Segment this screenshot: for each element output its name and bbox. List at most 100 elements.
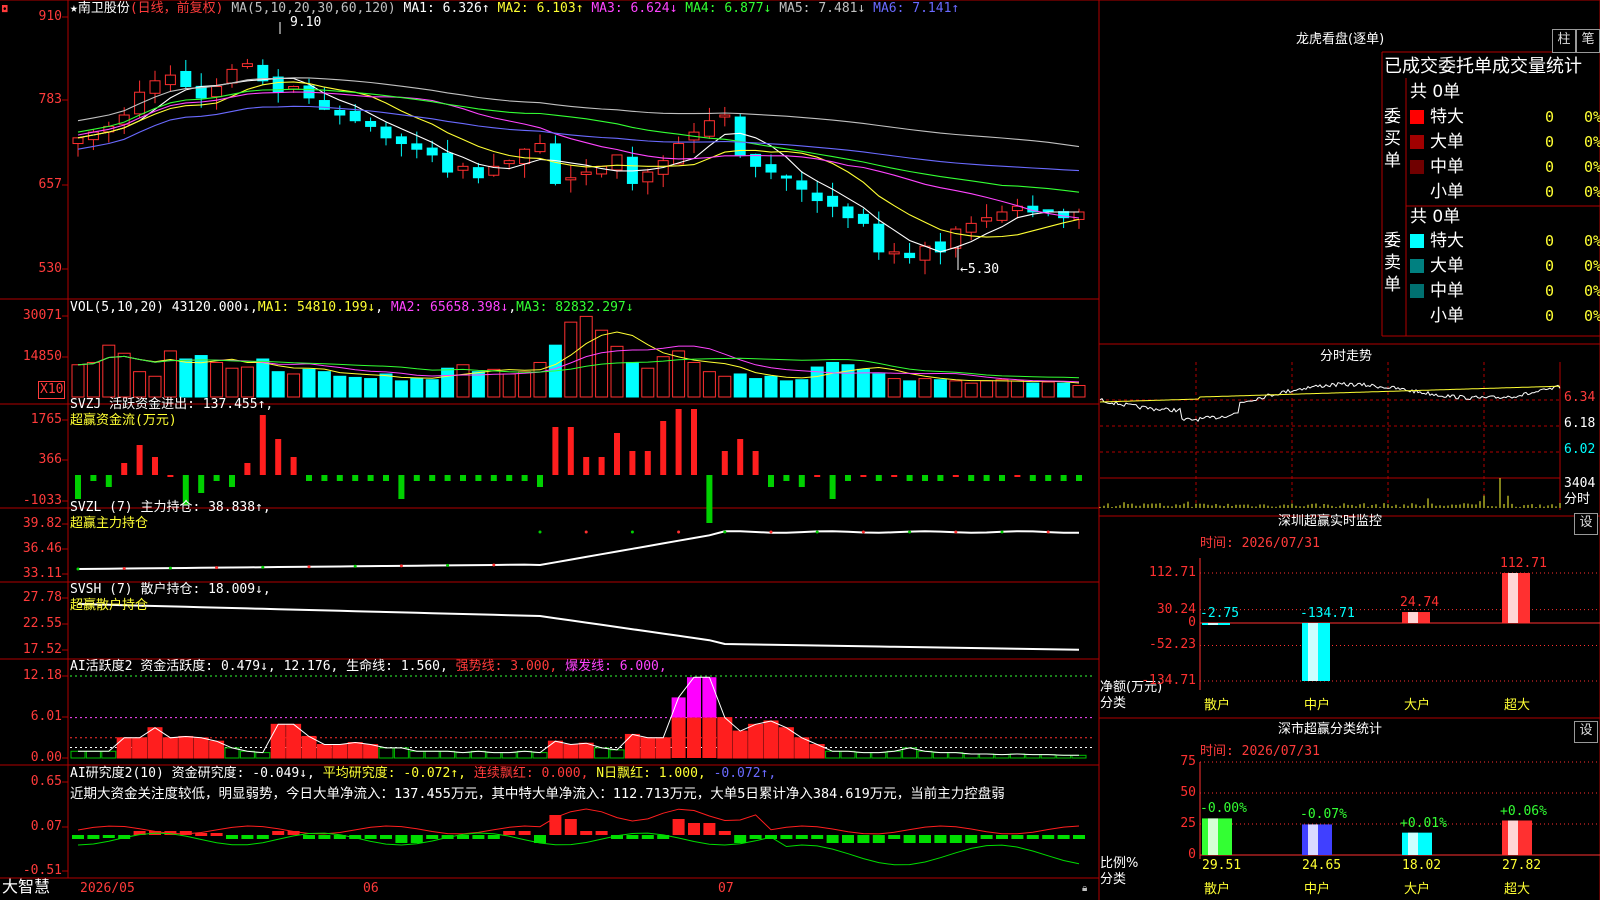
svzj-bar (675, 409, 682, 475)
aires-bar (1026, 835, 1039, 839)
candle-body (211, 85, 223, 98)
monitor-xtick: 中户 (1304, 698, 1331, 713)
chart-canvas (0, 0, 1600, 900)
svzj-bar (444, 475, 451, 481)
sell-row: 中单 (1410, 281, 1464, 301)
intraday-ytick-0: 6.34 (1564, 390, 1596, 405)
aiact-bar (840, 750, 856, 759)
buy-row-percent: 0% (1584, 158, 1600, 176)
classify-ytick: 50 (1180, 785, 1196, 800)
panel-corner-icon[interactable]: ◘ (2, 2, 7, 18)
aiact-bar (455, 752, 471, 759)
aiact-bar (147, 727, 163, 759)
classify-bar-change: -0.07% (1300, 807, 1347, 823)
svzl-ytick: 36.46 (22, 541, 62, 556)
vol-unit-label: X10 (38, 381, 66, 399)
bar-mode-button[interactable]: 柱 (1552, 29, 1576, 53)
intraday-ytick-1: 6.18 (1564, 416, 1596, 431)
aires-bar (996, 835, 1008, 839)
monitor-xlabel: 分类 (1100, 696, 1127, 711)
aires-bar (72, 835, 84, 839)
candle-body (842, 206, 854, 219)
ma-line (77, 105, 1080, 172)
xaxis-label-jul: 07 (718, 881, 734, 896)
candle-body (719, 114, 731, 118)
favorite-star-icon[interactable]: ★ (70, 1, 78, 16)
volume-bar (1072, 384, 1086, 398)
volume-bar (71, 364, 85, 398)
classify-xtick: 大户 (1404, 882, 1431, 897)
color-swatch (1410, 259, 1424, 273)
buy-row: 大单 (1410, 132, 1464, 152)
aiact-bar (409, 750, 425, 759)
svsh-ytick: 22.55 (22, 616, 62, 631)
svsh-title: SVSH (7) 散户持仓: 18.009↓, (70, 582, 271, 597)
svzj-bar (475, 475, 482, 481)
volume-bar (317, 371, 331, 398)
candle-body (981, 217, 993, 222)
longhu-title: 龙虎看盘(逐单) (1296, 32, 1385, 47)
aires-bar (318, 835, 331, 839)
kline-ytick: 530 (38, 261, 62, 276)
svzj-bar (922, 475, 928, 481)
svzl-dot (954, 530, 958, 534)
svzj-bar (413, 475, 420, 481)
sell-row: 小单 (1410, 306, 1464, 326)
candle-body (873, 223, 885, 253)
monitor-settings-button[interactable]: 设 (1574, 513, 1598, 535)
svzj-bar (783, 475, 790, 481)
aires-bar (226, 835, 238, 839)
candle-body (334, 109, 346, 116)
kline-mode[interactable]: (日线，前复权) (130, 1, 224, 16)
svzl-dot (1046, 530, 1050, 534)
tick-mode-button[interactable]: 笔 (1576, 29, 1600, 53)
aires-bar (672, 819, 685, 835)
svzl-dot (815, 530, 819, 534)
buy-row: 中单 (1410, 157, 1464, 177)
buy-row-percent: 0% (1584, 133, 1600, 151)
color-swatch (1410, 135, 1424, 149)
volume-bar (179, 358, 193, 398)
volume-bar (518, 371, 532, 398)
ma-line (77, 81, 1080, 238)
sell-orders-label: 委卖单 (1384, 231, 1401, 295)
svzl-ytick: 33.11 (22, 566, 62, 581)
kline-ytick: 783 (38, 92, 62, 107)
svzj-bar (275, 439, 282, 475)
svzj-bar (75, 475, 81, 499)
aiact-bar (486, 752, 502, 759)
aiact-ytick: 12.18 (22, 668, 62, 683)
classify-settings-button[interactable]: 设 (1574, 721, 1598, 743)
buy-row-value: 0 (1545, 183, 1555, 201)
svzj-bar (798, 475, 805, 487)
aires-bar (872, 835, 885, 843)
classify-xtick: 散户 (1204, 882, 1231, 897)
sell-row-value: 0 (1545, 257, 1555, 275)
volume-bar (949, 380, 963, 398)
classify-bar-change: +0.01% (1400, 815, 1447, 831)
monitor-bar-highlight (1208, 623, 1218, 625)
sell-row-percent: 0% (1584, 257, 1600, 275)
candle-body (996, 211, 1008, 221)
monitor-bar-label: 24.74 (1400, 595, 1440, 611)
candle-body (734, 116, 746, 156)
volume-bar (795, 379, 809, 398)
aiact-bar (501, 752, 517, 759)
lock-icon[interactable]: 🔒︎ (1082, 881, 1087, 897)
candle-body (226, 68, 238, 84)
volume-bar (502, 373, 516, 398)
aiact-bar (687, 717, 701, 758)
aires-bar (842, 835, 854, 843)
aires-bar (87, 835, 100, 839)
svzj-bar (167, 475, 174, 477)
candle-body (180, 70, 192, 87)
candle-body (72, 137, 84, 145)
buy-row-name: 特大 (1430, 107, 1464, 127)
color-swatch (1410, 284, 1424, 298)
aiact-bar (563, 744, 579, 759)
svzj-bar (121, 463, 128, 475)
volume-bar (918, 378, 932, 398)
aiact-bar (286, 723, 302, 759)
aiact-bar (162, 737, 178, 759)
classify-ylabel: 比例% (1100, 856, 1139, 871)
